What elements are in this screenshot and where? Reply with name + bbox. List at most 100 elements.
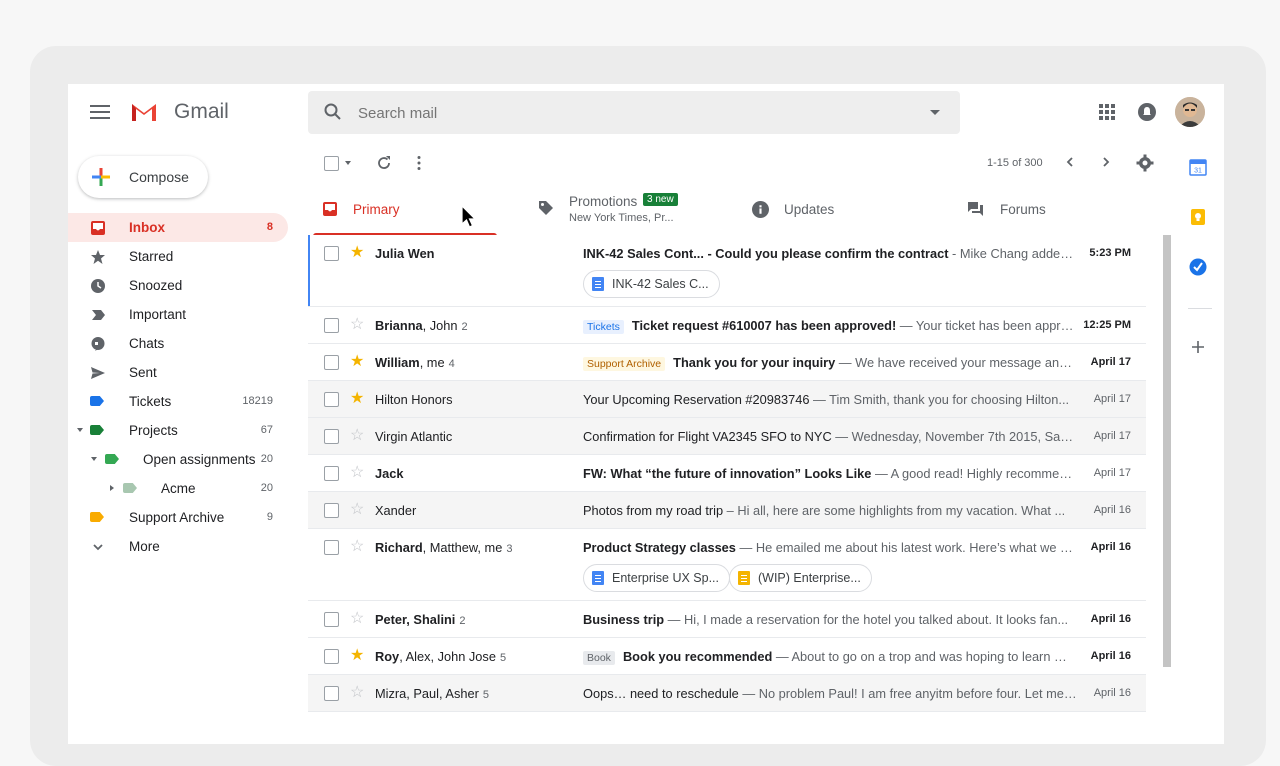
email-preview: Support Archive Thank you for your inquir… xyxy=(583,355,1077,371)
thread-count: 3 xyxy=(506,543,513,555)
compose-button[interactable]: Compose xyxy=(78,156,208,198)
account-avatar[interactable] xyxy=(1175,97,1205,127)
add-addon-icon[interactable] xyxy=(1189,338,1207,356)
star-icon[interactable]: ★ xyxy=(350,245,364,261)
star-icon[interactable]: ☆ xyxy=(350,685,364,701)
sidebar-item-support-archive[interactable]: Support Archive 9 xyxy=(68,503,288,532)
star-icon[interactable]: ★ xyxy=(350,391,364,407)
notifications-icon[interactable] xyxy=(1137,102,1157,122)
attachment-chip[interactable]: INK-42 Sales C... xyxy=(583,270,720,298)
row-checkbox[interactable] xyxy=(324,429,339,444)
star-icon[interactable]: ☆ xyxy=(350,317,364,333)
row-checkbox[interactable] xyxy=(324,612,339,627)
send-icon xyxy=(91,367,105,379)
date: April 17 xyxy=(1093,430,1131,442)
tasks-icon[interactable] xyxy=(1189,258,1207,276)
sidebar-item-tickets[interactable]: Tickets 18219 xyxy=(68,387,288,416)
email-row[interactable]: ★ William, me 4 Support Archive Thank you … xyxy=(308,344,1146,381)
star-icon[interactable]: ★ xyxy=(350,648,364,664)
expand-arrow-icon[interactable] xyxy=(77,428,83,432)
email-row[interactable]: ★ Julia Wen INK-42 Sales Cont... - Could… xyxy=(308,235,1146,307)
sidebar-item-important[interactable]: Important xyxy=(68,300,288,329)
sidebar-item-starred[interactable]: Starred xyxy=(68,242,288,271)
row-checkbox[interactable] xyxy=(324,318,339,333)
star-icon[interactable]: ☆ xyxy=(350,502,364,518)
row-checkbox[interactable] xyxy=(324,246,339,261)
email-preview: Your Upcoming Reservation #20983746 — Ti… xyxy=(583,392,1077,407)
email-row[interactable]: ★ Hilton Honors Your Upcoming Reservatio… xyxy=(308,381,1146,418)
sidebar-item-acme[interactable]: Acme 20 xyxy=(68,474,288,503)
attachment-chip[interactable]: Enterprise UX Sp... xyxy=(583,564,730,592)
subject: INK-42 Sales Cont... - Could you please … xyxy=(583,246,949,261)
row-checkbox[interactable] xyxy=(324,686,339,701)
apps-grid-icon[interactable] xyxy=(1099,104,1115,120)
expand-arrow-icon[interactable] xyxy=(91,457,97,461)
settings-gear-icon[interactable] xyxy=(1136,154,1154,172)
search-bar[interactable] xyxy=(308,91,960,136)
star-icon[interactable]: ★ xyxy=(350,354,364,370)
tab-primary[interactable]: Primary xyxy=(308,184,523,236)
gmail-logo-icon xyxy=(132,104,156,121)
calendar-icon[interactable]: 31 xyxy=(1189,158,1207,176)
row-checkbox[interactable] xyxy=(324,392,339,407)
row-checkbox[interactable] xyxy=(324,503,339,518)
new-count-badge: 3 new xyxy=(643,193,678,206)
search-icon[interactable] xyxy=(324,103,342,121)
email-preview: INK-42 Sales Cont... - Could you please … xyxy=(583,246,1077,261)
star-icon[interactable]: ☆ xyxy=(350,611,364,627)
row-checkbox[interactable] xyxy=(324,540,339,555)
refresh-icon[interactable] xyxy=(376,155,392,171)
sidebar-item-projects[interactable]: Projects 67 xyxy=(68,416,288,445)
row-checkbox[interactable] xyxy=(324,355,339,370)
star-icon[interactable]: ☆ xyxy=(350,428,364,444)
email-row[interactable]: ☆ Jack FW: What “the future of innovatio… xyxy=(308,455,1146,492)
sidebar-item-inbox[interactable]: Inbox 8 xyxy=(68,213,288,242)
email-row[interactable]: ☆ Mizra, Paul, Asher 5 Oops… need to resc… xyxy=(308,675,1146,712)
top-bar: Gmail xyxy=(68,84,1224,140)
sidebar-item-more[interactable]: More xyxy=(68,532,288,561)
more-vert-icon[interactable] xyxy=(416,155,422,171)
sidebar-item-label: Important xyxy=(129,307,187,322)
attachment-chip[interactable]: (WIP) Enterprise... xyxy=(729,564,872,592)
sender: Peter, Shalini 2 xyxy=(375,612,466,627)
label-count: 18219 xyxy=(242,395,273,407)
prev-page-icon[interactable] xyxy=(1064,156,1076,168)
sender: Mizra, Paul, Asher 5 xyxy=(375,686,489,701)
scrollbar[interactable] xyxy=(1163,235,1171,667)
search-options-chevron-icon[interactable] xyxy=(930,110,940,115)
sender: William, me 4 xyxy=(375,355,455,370)
collapse-arrow-icon[interactable] xyxy=(110,485,114,491)
sidebar-item-snoozed[interactable]: Snoozed xyxy=(68,271,288,300)
next-page-icon[interactable] xyxy=(1100,156,1112,168)
tab-forums[interactable]: Forums xyxy=(953,184,1148,236)
select-all-checkbox[interactable] xyxy=(324,156,339,171)
sidebar-item-label: Support Archive xyxy=(129,510,225,525)
email-row[interactable]: ☆ Brianna, John 2 Tickets Ticket request #… xyxy=(308,307,1146,344)
email-row[interactable]: ☆ Peter, Shalini 2 Business trip — Hi, I … xyxy=(308,601,1146,638)
tab-updates[interactable]: Updates xyxy=(738,184,953,236)
tab-subtitle: New York Times, Pr... xyxy=(569,212,674,224)
sidebar-item-label: Open assignments xyxy=(143,452,256,467)
row-checkbox[interactable] xyxy=(324,649,339,664)
email-row[interactable]: ☆ Xander Photos from my road trip – Hi a… xyxy=(308,492,1146,529)
sidebar-item-chats[interactable]: Chats xyxy=(68,329,288,358)
star-icon[interactable]: ☆ xyxy=(350,465,364,481)
svg-text:31: 31 xyxy=(1194,168,1202,175)
email-row[interactable]: ☆ Richard, Matthew, me 3 Product Strategy… xyxy=(308,529,1146,601)
select-options-chevron-icon[interactable] xyxy=(345,161,351,165)
date: April 16 xyxy=(1090,650,1131,662)
label-chip: Tickets xyxy=(583,320,624,334)
keep-icon[interactable] xyxy=(1189,208,1207,226)
sidebar-item-open-assignments[interactable]: Open assignments 20 xyxy=(68,445,288,474)
star-icon[interactable]: ☆ xyxy=(350,539,364,555)
email-row[interactable]: ☆ Virgin Atlantic Confirmation for Fligh… xyxy=(308,418,1146,455)
label-count: 20 xyxy=(260,482,273,494)
sidebar-item-sent[interactable]: Sent xyxy=(68,358,288,387)
thread-count: 5 xyxy=(499,652,507,664)
main-menu-icon[interactable] xyxy=(90,102,110,122)
email-row[interactable]: ★ Roy, Alex, John Jose 5 Book Book you rec… xyxy=(308,638,1146,675)
pagination-text: 1-15 of 300 xyxy=(987,157,1043,169)
tab-promotions[interactable]: Promotions 3 new New York Times, Pr... xyxy=(523,184,738,236)
row-checkbox[interactable] xyxy=(324,466,339,481)
search-input[interactable] xyxy=(356,91,920,136)
